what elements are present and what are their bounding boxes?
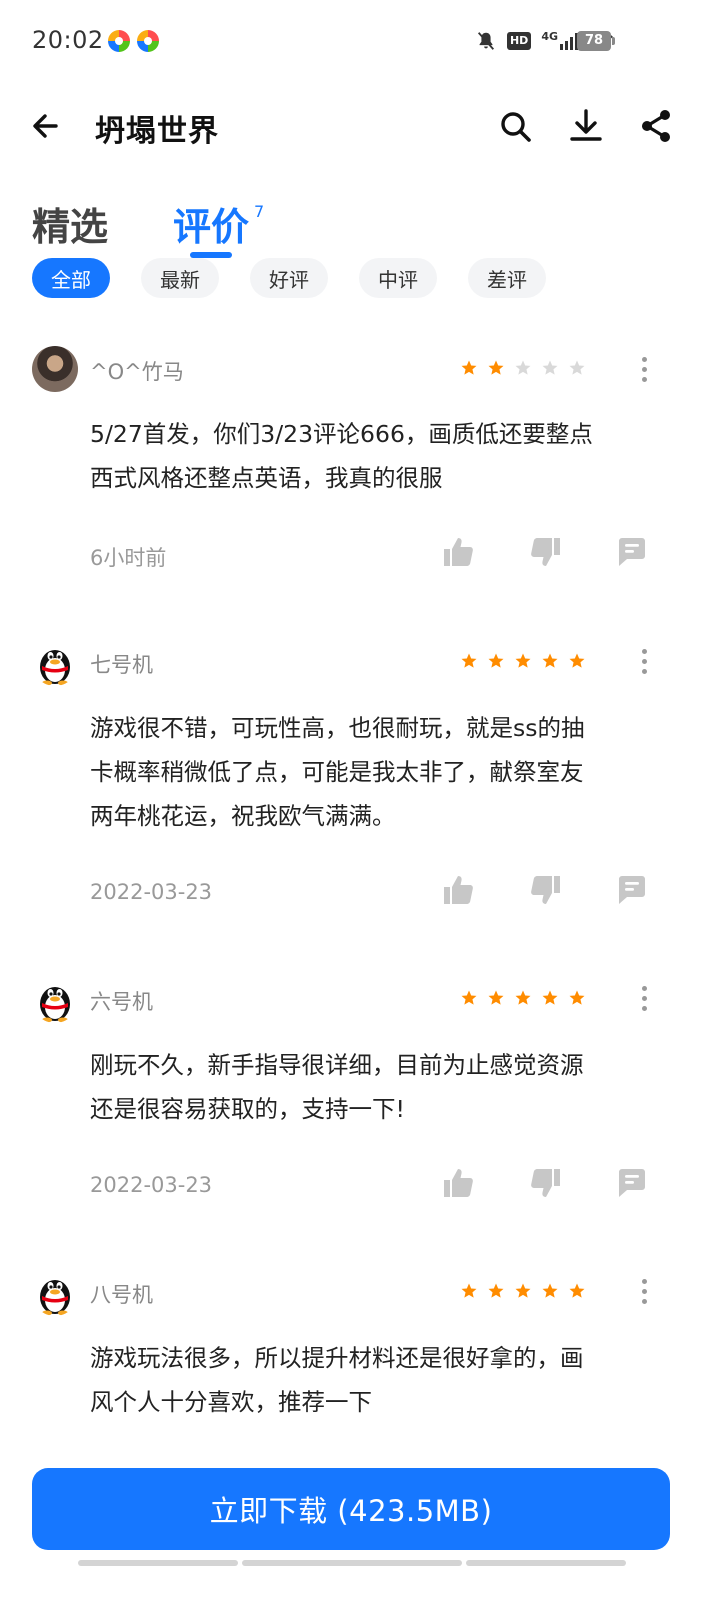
review-text: 游戏玩法很多，所以提升材料还是很好拿的，画 风个人十分喜欢，推荐一下 bbox=[90, 1336, 680, 1424]
review-text-line: 游戏玩法很多，所以提升材料还是很好拿的，画 bbox=[90, 1344, 584, 1372]
download-now-button[interactable]: 立即下载 (423.5MB) bbox=[32, 1468, 670, 1550]
battery-icon: 78 bbox=[577, 31, 615, 51]
star-filled-icon bbox=[569, 653, 585, 668]
user-avatar[interactable] bbox=[32, 977, 78, 1023]
qq-penguin-avatar-icon bbox=[40, 650, 70, 686]
thumbs-down-icon[interactable] bbox=[528, 1165, 564, 1201]
status-bar: 20:02 HD 4G 78 bbox=[0, 0, 720, 84]
signal-bars-icon bbox=[560, 32, 578, 50]
review-username[interactable]: 六号机 bbox=[90, 986, 153, 1016]
star-filled-icon bbox=[461, 1283, 477, 1298]
star-filled-icon bbox=[515, 990, 531, 1005]
filter-chip-negative[interactable]: 差评 bbox=[468, 258, 546, 298]
review-text-line: 还是很容易获取的，支持一下! bbox=[90, 1095, 405, 1123]
app-notification-icon bbox=[108, 30, 130, 52]
qq-penguin-avatar-icon bbox=[40, 1280, 70, 1316]
back-arrow-icon[interactable] bbox=[26, 104, 70, 148]
mute-bell-icon bbox=[477, 32, 494, 50]
review-date: 2022-03-23 bbox=[90, 880, 213, 904]
review-text-line: 刚玩不久，新手指导很详细，目前为止感觉资源 bbox=[90, 1051, 584, 1079]
star-rating bbox=[460, 989, 586, 1007]
more-options-icon[interactable] bbox=[630, 981, 658, 1015]
user-avatar[interactable] bbox=[32, 1270, 78, 1316]
star-rating bbox=[460, 359, 586, 377]
review-text-line: 5/27首发，你们3/23评论666，画质低还要整点 bbox=[90, 420, 593, 448]
star-empty-icon bbox=[515, 360, 531, 375]
star-filled-icon bbox=[515, 1283, 531, 1298]
more-options-icon[interactable] bbox=[630, 352, 658, 386]
search-icon[interactable] bbox=[493, 104, 537, 148]
star-filled-icon bbox=[488, 360, 504, 375]
tab-featured[interactable]: 精选 bbox=[32, 196, 108, 251]
review-text: 刚玩不久，新手指导很详细，目前为止感觉资源 还是很容易获取的，支持一下! bbox=[90, 1043, 680, 1131]
thumbs-down-icon[interactable] bbox=[528, 872, 564, 908]
comment-icon[interactable] bbox=[614, 1165, 650, 1201]
review-date: 6小时前 bbox=[90, 546, 167, 570]
app-notification-icon bbox=[137, 30, 159, 52]
status-time: 20:02 bbox=[32, 26, 104, 54]
review-text: 游戏很不错，可玩性高，也很耐玩，就是ss的抽 卡概率稍微低了点，可能是我太非了，… bbox=[90, 706, 680, 838]
cellular-signal-icon: 4G bbox=[541, 30, 578, 50]
star-filled-icon bbox=[461, 360, 477, 375]
review-username[interactable]: 八号机 bbox=[90, 1279, 153, 1309]
star-filled-icon bbox=[542, 653, 558, 668]
tab-reviews[interactable]: 评价 bbox=[173, 196, 249, 251]
network-type-label: 4G bbox=[541, 30, 558, 43]
review-count-badge: 7 bbox=[254, 202, 265, 221]
share-icon[interactable] bbox=[634, 104, 678, 148]
user-avatar[interactable] bbox=[32, 346, 78, 392]
filter-chip-positive[interactable]: 好评 bbox=[250, 258, 328, 298]
star-filled-icon bbox=[488, 990, 504, 1005]
review-text-line: 游戏很不错，可玩性高，也很耐玩，就是ss的抽 bbox=[90, 714, 585, 742]
qq-penguin-avatar-icon bbox=[40, 987, 70, 1023]
thumbs-up-icon[interactable] bbox=[440, 872, 476, 908]
star-filled-icon bbox=[488, 1283, 504, 1298]
star-rating bbox=[460, 1282, 586, 1300]
bottom-divider bbox=[242, 1560, 462, 1566]
review-text-line: 两年桃花运，祝我欧气满满。 bbox=[90, 802, 396, 830]
star-filled-icon bbox=[461, 653, 477, 668]
hd-badge: HD bbox=[506, 32, 532, 50]
thumbs-up-icon[interactable] bbox=[440, 1165, 476, 1201]
thumbs-down-icon[interactable] bbox=[528, 534, 564, 570]
bottom-divider bbox=[78, 1560, 238, 1566]
filter-chip-neutral[interactable]: 中评 bbox=[359, 258, 437, 298]
review-text-line: 卡概率稍微低了点，可能是我太非了，献祭室友 bbox=[90, 758, 584, 786]
page-title: 坍塌世界 bbox=[95, 114, 219, 149]
comment-icon[interactable] bbox=[614, 534, 650, 570]
review-text-line: 西式风格还整点英语，我真的很服 bbox=[90, 464, 443, 492]
star-rating bbox=[460, 652, 586, 670]
star-filled-icon bbox=[542, 990, 558, 1005]
star-filled-icon bbox=[488, 653, 504, 668]
star-empty-icon bbox=[542, 360, 558, 375]
review-username[interactable]: ^O^竹马 bbox=[90, 356, 184, 386]
star-filled-icon bbox=[515, 653, 531, 668]
user-avatar[interactable] bbox=[32, 640, 78, 686]
filter-chip-all[interactable]: 全部 bbox=[32, 258, 110, 298]
star-filled-icon bbox=[542, 1283, 558, 1298]
review-text: 5/27首发，你们3/23评论666，画质低还要整点 西式风格还整点英语，我真的… bbox=[90, 412, 680, 500]
star-filled-icon bbox=[569, 990, 585, 1005]
more-options-icon[interactable] bbox=[630, 1274, 658, 1308]
more-options-icon[interactable] bbox=[630, 644, 658, 678]
review-text-line: 风个人十分喜欢，推荐一下 bbox=[90, 1388, 372, 1416]
tab-bar: 精选 评价 7 bbox=[0, 196, 720, 266]
review-username[interactable]: 七号机 bbox=[90, 649, 153, 679]
thumbs-up-icon[interactable] bbox=[440, 534, 476, 570]
review-date: 2022-03-23 bbox=[90, 1173, 213, 1197]
star-filled-icon bbox=[569, 1283, 585, 1298]
star-empty-icon bbox=[569, 360, 585, 375]
filter-chip-latest[interactable]: 最新 bbox=[141, 258, 219, 298]
bottom-divider bbox=[466, 1560, 626, 1566]
star-filled-icon bbox=[461, 990, 477, 1005]
app-header: 坍塌世界 bbox=[0, 90, 720, 162]
review-filter-bar: 全部 最新 好评 中评 差评 bbox=[32, 258, 712, 300]
comment-icon[interactable] bbox=[614, 872, 650, 908]
download-icon[interactable] bbox=[564, 104, 608, 148]
